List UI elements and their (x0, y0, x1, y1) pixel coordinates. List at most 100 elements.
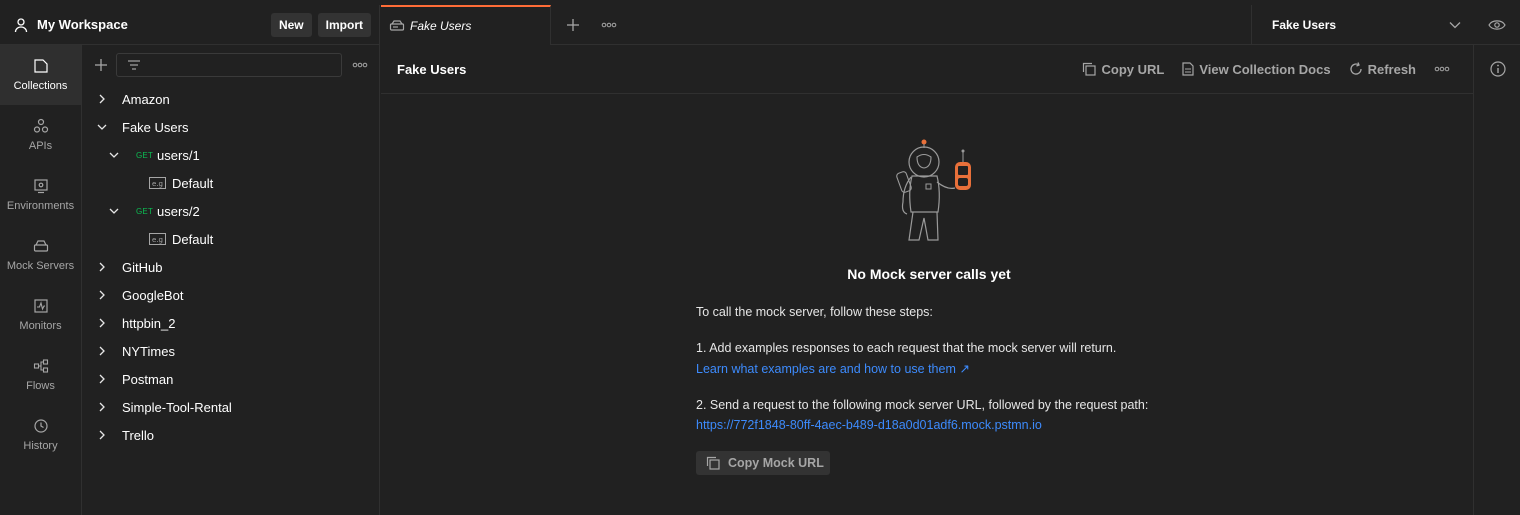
example-label: Default (172, 175, 214, 191)
left-rail: Collections APIs Environments Mock Serve… (0, 45, 82, 515)
add-collection-plus-icon[interactable] (94, 58, 108, 72)
collection-httpbin-2[interactable]: httpbin_2 (82, 309, 379, 337)
filter-icon (127, 60, 141, 70)
tab-fake-users[interactable]: Fake Users (381, 4, 551, 45)
rail-item-mock-servers[interactable]: Mock Servers (0, 225, 81, 285)
rail-item-history[interactable]: History (0, 405, 81, 465)
collection-label: Fake Users (122, 119, 189, 135)
collection-label: Simple-Tool-Rental (122, 399, 232, 415)
collection-simple-tool-rental[interactable]: Simple-Tool-Rental (82, 393, 379, 421)
copy-url-label: Copy URL (1101, 61, 1165, 77)
mock-servers-icon (33, 238, 49, 260)
eye-icon (1487, 19, 1506, 31)
collection-label: httpbin_2 (122, 315, 176, 331)
request-users-1[interactable]: GET users/1 (82, 141, 379, 169)
chevron-right-icon[interactable] (94, 287, 110, 303)
refresh-icon (1349, 62, 1368, 76)
environment-label: Fake Users (1272, 17, 1337, 32)
svg-text:e.g: e.g (152, 180, 163, 188)
rail-item-environments[interactable]: Environments (0, 165, 81, 225)
copy-icon (706, 456, 728, 470)
mock-server-url-link[interactable]: https://772f1848-80ff-4aec-b489-d18a0d01… (696, 418, 1042, 432)
step-2-text: 2. Send a request to the following mock … (696, 398, 1149, 412)
copy-mock-url-button[interactable]: Copy Mock URL (696, 451, 830, 475)
tab-more-icon[interactable] (601, 22, 617, 28)
example-default-2[interactable]: e.g Default (82, 225, 379, 253)
new-button[interactable]: New (270, 12, 312, 37)
view-docs-button[interactable]: View Collection Docs (1182, 62, 1331, 77)
empty-state-heading: No Mock server calls yet (847, 266, 1011, 282)
svg-text:e.g: e.g (152, 236, 163, 244)
request-label: users/1 (157, 147, 200, 163)
collection-trello[interactable]: Trello (82, 421, 379, 449)
collection-label: GitHub (122, 259, 163, 275)
rail-item-monitors[interactable]: Monitors (0, 285, 81, 345)
step-1-text: 1. Add examples responses to each reques… (696, 341, 1117, 355)
tab-bar: Fake Users (381, 4, 1251, 45)
chevron-right-icon[interactable] (94, 315, 110, 331)
collection-nytimes[interactable]: NYTimes (82, 337, 379, 365)
environment-selector[interactable]: Fake Users (1251, 5, 1473, 45)
right-rail (1473, 45, 1520, 515)
import-button[interactable]: Import (317, 12, 371, 37)
info-icon[interactable] (1490, 61, 1506, 77)
apis-icon (33, 118, 49, 140)
collection-amazon[interactable]: Amazon (82, 85, 379, 113)
environments-icon (33, 178, 49, 200)
history-icon (33, 418, 49, 440)
document-icon (1182, 62, 1199, 76)
intro-text: To call the mock server, follow these st… (696, 305, 933, 319)
sidebar-more-icon[interactable] (352, 62, 368, 68)
chevron-down-icon[interactable] (106, 147, 122, 163)
request-label: users/2 (157, 203, 200, 219)
collection-label: GoogleBot (122, 287, 184, 303)
collection-postman[interactable]: Postman (82, 365, 379, 393)
more-options-icon[interactable] (1434, 66, 1450, 72)
collection-label: Postman (122, 371, 174, 387)
rail-item-flows[interactable]: Flows (0, 345, 81, 405)
workspace-header: My Workspace New Import (0, 5, 380, 45)
page-title: Fake Users (397, 61, 467, 77)
flows-icon (33, 358, 49, 380)
chevron-down-icon (1449, 21, 1461, 29)
collection-googlebot[interactable]: GoogleBot (82, 281, 379, 309)
astronaut-illustration (881, 132, 981, 244)
tab-label: Fake Users (410, 18, 472, 33)
sidebar-toolbar (82, 45, 379, 85)
examples-help-link[interactable]: Learn what examples are and how to use t… (696, 361, 970, 376)
example-icon: e.g (149, 233, 166, 245)
rail-item-collections[interactable]: Collections (0, 45, 81, 105)
rail-label: History (23, 440, 58, 452)
collections-icon (33, 58, 49, 80)
filter-input[interactable] (116, 53, 342, 77)
environment-quick-look[interactable] (1473, 5, 1520, 45)
example-label: Default (172, 231, 214, 247)
chevron-right-icon[interactable] (94, 399, 110, 415)
chevron-down-icon[interactable] (106, 203, 122, 219)
mock-server-header: Fake Users Copy URL View Collection Docs… (381, 45, 1473, 94)
rail-item-apis[interactable]: APIs (0, 105, 81, 165)
example-default-1[interactable]: e.g Default (82, 169, 379, 197)
collection-fake-users[interactable]: Fake Users (82, 113, 379, 141)
chevron-right-icon[interactable] (94, 371, 110, 387)
copy-mock-url-label: Copy Mock URL (728, 456, 824, 470)
chevron-down-icon[interactable] (94, 119, 110, 135)
copy-url-button[interactable]: Copy URL (1082, 62, 1164, 77)
chevron-right-icon[interactable] (94, 91, 110, 107)
rail-label: Environments (6, 200, 75, 212)
refresh-label: Refresh (1367, 61, 1416, 77)
new-tab-plus-icon[interactable] (565, 17, 581, 33)
rail-label: Flows (26, 380, 55, 392)
chevron-right-icon[interactable] (94, 427, 110, 443)
collection-github[interactable]: GitHub (82, 253, 379, 281)
chevron-right-icon[interactable] (94, 259, 110, 275)
user-icon (13, 17, 29, 33)
refresh-button[interactable]: Refresh (1349, 62, 1416, 77)
rail-label: Collections (13, 80, 68, 92)
rail-label: APIs (28, 140, 53, 152)
collection-label: NYTimes (122, 343, 175, 359)
workspace-title[interactable]: My Workspace (37, 17, 265, 32)
chevron-right-icon[interactable] (94, 343, 110, 359)
request-users-2[interactable]: GET users/2 (82, 197, 379, 225)
collections-sidebar: Amazon Fake Users GET users/1 e.g Defaul… (82, 45, 380, 515)
